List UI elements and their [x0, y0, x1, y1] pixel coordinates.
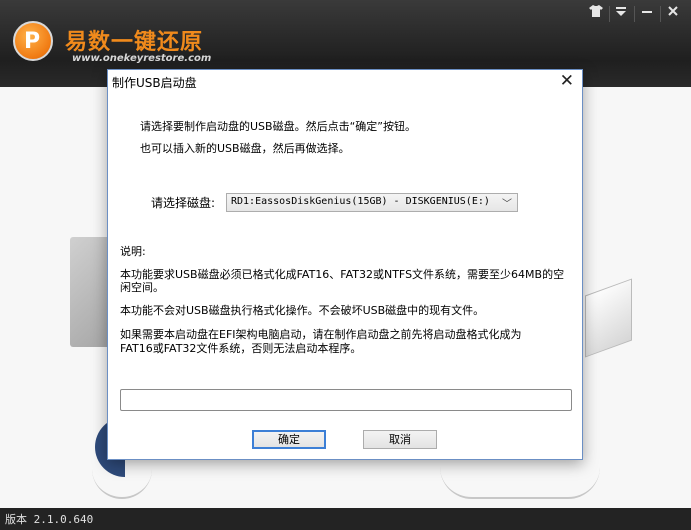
disk-illustration	[585, 278, 632, 358]
cancel-button[interactable]: 取消	[363, 430, 437, 449]
ok-button[interactable]: 确定	[252, 430, 326, 449]
intro-line-2: 也可以插入新的USB磁盘，然后再做选择。	[140, 142, 350, 155]
note-1-line-2: 闲空间。	[120, 281, 164, 294]
notes-heading: 说明:	[120, 245, 146, 258]
title-separator	[660, 6, 661, 22]
decorative-arc	[440, 467, 600, 499]
shirt-icon[interactable]	[585, 3, 607, 25]
note-2: 本功能不会对USB磁盘执行格式化操作。不会破坏USB磁盘中的现有文件。	[120, 304, 485, 317]
disk-select[interactable]: RD1:EassosDiskGenius(15GB) - DISKGENIUS(…	[226, 193, 518, 212]
dialog-title: 制作USB启动盘	[112, 76, 197, 90]
app-name: 易数一键还原	[65, 30, 204, 55]
make-usb-dialog: 制作USB启动盘 ✕ 请选择要制作启动盘的USB磁盘。然后点击“确定”按钮。 也…	[107, 69, 583, 460]
minimize-icon[interactable]	[636, 3, 658, 25]
app-logo-icon: P	[13, 21, 53, 61]
dialog-close-icon[interactable]: ✕	[560, 71, 574, 91]
progress-bar	[120, 389, 572, 411]
disk-select-value: RD1:EassosDiskGenius(15GB) - DISKGENIUS(…	[231, 196, 490, 207]
status-bar: 版本 2.1.0.640	[0, 508, 691, 530]
menu-icon[interactable]	[610, 3, 632, 25]
app-url: www.onekeyrestore.com	[72, 53, 212, 64]
note-3-line-2: FAT16或FAT32文件系统，否则无法启动本程序。	[120, 342, 362, 355]
title-separator	[634, 6, 635, 22]
disk-label: 请选择磁盘:	[151, 196, 216, 210]
note-1-line-1: 本功能要求USB磁盘必须已格式化成FAT16、FAT32或NTFS文件系统，需要…	[120, 268, 565, 281]
chevron-down-icon: ﹀	[502, 199, 512, 210]
box-illustration	[70, 237, 110, 347]
intro-line-1: 请选择要制作启动盘的USB磁盘。然后点击“确定”按钮。	[140, 120, 416, 133]
logo-letter: P	[24, 29, 41, 54]
decorative-arc	[92, 467, 152, 499]
close-icon[interactable]	[662, 3, 684, 25]
version-text: 版本 2.1.0.640	[5, 513, 94, 526]
